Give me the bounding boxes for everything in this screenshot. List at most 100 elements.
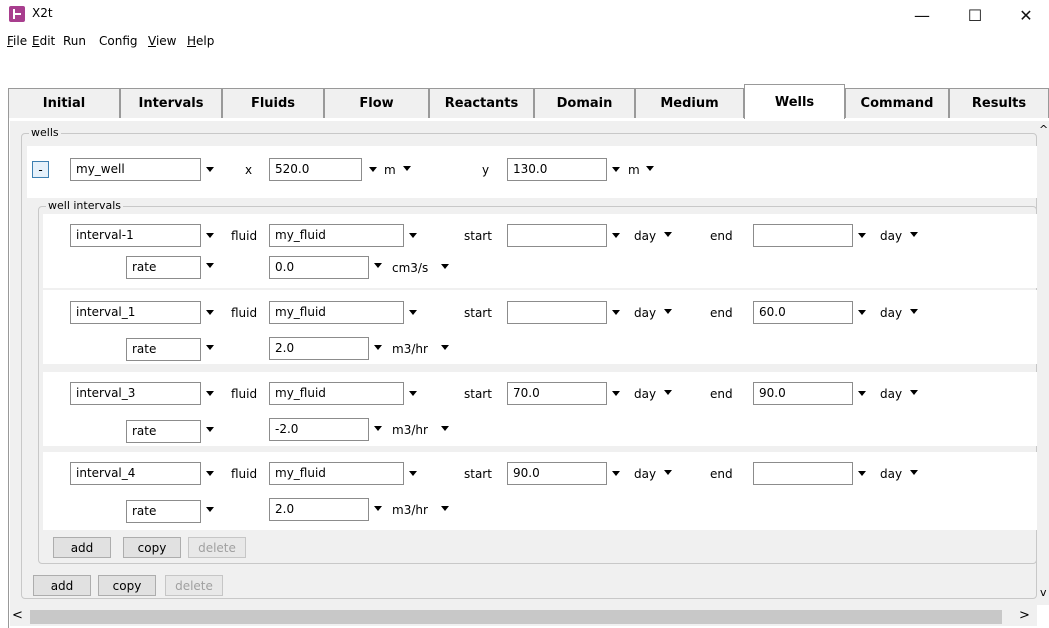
interval-name-select[interactable]: interval_4 <box>70 462 201 485</box>
unit-arrow-icon[interactable] <box>910 232 918 237</box>
scroll-left-icon[interactable]: < <box>12 608 23 623</box>
dropdown-arrow-icon[interactable] <box>612 310 620 315</box>
well-x-unit[interactable]: m <box>384 163 396 177</box>
dropdown-arrow-icon[interactable] <box>409 310 417 315</box>
well-y-unit[interactable]: m <box>628 163 640 177</box>
value-unit[interactable]: m3/hr <box>392 342 428 356</box>
tab-medium[interactable]: Medium <box>635 88 744 118</box>
end-input[interactable] <box>753 462 853 485</box>
dropdown-arrow-icon[interactable] <box>374 506 382 511</box>
menu-file[interactable]: File <box>7 34 27 48</box>
value-input[interactable]: 0.0 <box>269 256 369 279</box>
well-y-input[interactable]: 130.0 <box>507 158 607 181</box>
mode-select[interactable]: rate <box>126 500 201 523</box>
dropdown-arrow-icon[interactable] <box>206 233 214 238</box>
dropdown-arrow-icon[interactable] <box>374 345 382 350</box>
minimize-button[interactable]: — <box>899 0 945 30</box>
scroll-right-icon[interactable]: > <box>1019 608 1030 623</box>
delete-interval-button[interactable]: delete <box>188 537 246 558</box>
start-input[interactable] <box>507 301 607 324</box>
start-unit[interactable]: day <box>634 229 656 243</box>
value-input[interactable]: 2.0 <box>269 337 369 360</box>
menu-edit[interactable]: Edit <box>32 34 55 48</box>
dropdown-arrow-icon[interactable] <box>206 167 214 172</box>
close-button[interactable]: ✕ <box>1003 0 1049 30</box>
menu-view[interactable]: View <box>148 34 176 48</box>
start-unit[interactable]: day <box>634 306 656 320</box>
copy-well-button[interactable]: copy <box>98 575 156 596</box>
end-unit[interactable]: day <box>880 229 902 243</box>
dropdown-arrow-icon[interactable] <box>409 391 417 396</box>
dropdown-arrow-icon[interactable] <box>369 167 377 172</box>
unit-arrow-icon[interactable] <box>441 426 449 431</box>
mode-select[interactable]: rate <box>126 256 201 279</box>
dropdown-arrow-icon[interactable] <box>206 507 214 512</box>
value-unit[interactable]: m3/hr <box>392 423 428 437</box>
tab-intervals[interactable]: Intervals <box>120 88 222 118</box>
delete-well-button[interactable]: delete <box>165 575 223 596</box>
dropdown-arrow-icon[interactable] <box>858 391 866 396</box>
value-unit[interactable]: m3/hr <box>392 503 428 517</box>
interval-name-select[interactable]: interval-1 <box>70 224 201 247</box>
dropdown-arrow-icon[interactable] <box>858 471 866 476</box>
value-unit[interactable]: cm3/s <box>392 261 428 275</box>
tab-reactants[interactable]: Reactants <box>429 88 534 118</box>
tab-initial[interactable]: Initial <box>8 88 120 118</box>
fluid-select[interactable]: my_fluid <box>269 382 404 405</box>
start-input[interactable] <box>507 224 607 247</box>
unit-arrow-icon[interactable] <box>646 166 654 171</box>
add-well-button[interactable]: add <box>33 575 91 596</box>
tab-fluids[interactable]: Fluids <box>222 88 324 118</box>
dropdown-arrow-icon[interactable] <box>206 310 214 315</box>
mode-select[interactable]: rate <box>126 338 201 361</box>
scroll-down-icon[interactable]: v <box>1040 586 1047 599</box>
dropdown-arrow-icon[interactable] <box>612 391 620 396</box>
tab-domain[interactable]: Domain <box>534 88 635 118</box>
unit-arrow-icon[interactable] <box>664 390 672 395</box>
end-input[interactable]: 60.0 <box>753 301 853 324</box>
scroll-up-icon[interactable]: ^ <box>1039 123 1048 136</box>
dropdown-arrow-icon[interactable] <box>858 233 866 238</box>
unit-arrow-icon[interactable] <box>664 470 672 475</box>
unit-arrow-icon[interactable] <box>441 506 449 511</box>
dropdown-arrow-icon[interactable] <box>612 167 620 172</box>
dropdown-arrow-icon[interactable] <box>374 426 382 431</box>
value-input[interactable]: -2.0 <box>269 418 369 441</box>
tab-command[interactable]: Command <box>845 88 949 118</box>
menu-config[interactable]: Config <box>99 34 138 48</box>
dropdown-arrow-icon[interactable] <box>206 471 214 476</box>
fluid-select[interactable]: my_fluid <box>269 462 404 485</box>
dropdown-arrow-icon[interactable] <box>206 391 214 396</box>
dropdown-arrow-icon[interactable] <box>612 233 620 238</box>
unit-arrow-icon[interactable] <box>441 345 449 350</box>
vertical-scrollbar[interactable] <box>1037 121 1049 605</box>
unit-arrow-icon[interactable] <box>910 390 918 395</box>
dropdown-arrow-icon[interactable] <box>409 233 417 238</box>
maximize-button[interactable]: ☐ <box>952 0 998 30</box>
dropdown-arrow-icon[interactable] <box>374 263 382 268</box>
dropdown-arrow-icon[interactable] <box>409 471 417 476</box>
mode-select[interactable]: rate <box>126 420 201 443</box>
unit-arrow-icon[interactable] <box>910 309 918 314</box>
dropdown-arrow-icon[interactable] <box>858 310 866 315</box>
value-input[interactable]: 2.0 <box>269 498 369 521</box>
end-unit[interactable]: day <box>880 306 902 320</box>
well-name-select[interactable]: my_well <box>70 158 201 181</box>
unit-arrow-icon[interactable] <box>664 309 672 314</box>
unit-arrow-icon[interactable] <box>441 264 449 269</box>
interval-name-select[interactable]: interval_1 <box>70 301 201 324</box>
interval-name-select[interactable]: interval_3 <box>70 382 201 405</box>
end-unit[interactable]: day <box>880 467 902 481</box>
menu-help[interactable]: Help <box>187 34 214 48</box>
dropdown-arrow-icon[interactable] <box>206 427 214 432</box>
unit-arrow-icon[interactable] <box>403 166 411 171</box>
dropdown-arrow-icon[interactable] <box>206 345 214 350</box>
unit-arrow-icon[interactable] <box>910 470 918 475</box>
unit-arrow-icon[interactable] <box>664 232 672 237</box>
start-input[interactable]: 90.0 <box>507 462 607 485</box>
end-unit[interactable]: day <box>880 387 902 401</box>
dropdown-arrow-icon[interactable] <box>206 263 214 268</box>
collapse-toggle-button[interactable]: - <box>32 161 49 178</box>
dropdown-arrow-icon[interactable] <box>612 471 620 476</box>
add-interval-button[interactable]: add <box>53 537 111 558</box>
